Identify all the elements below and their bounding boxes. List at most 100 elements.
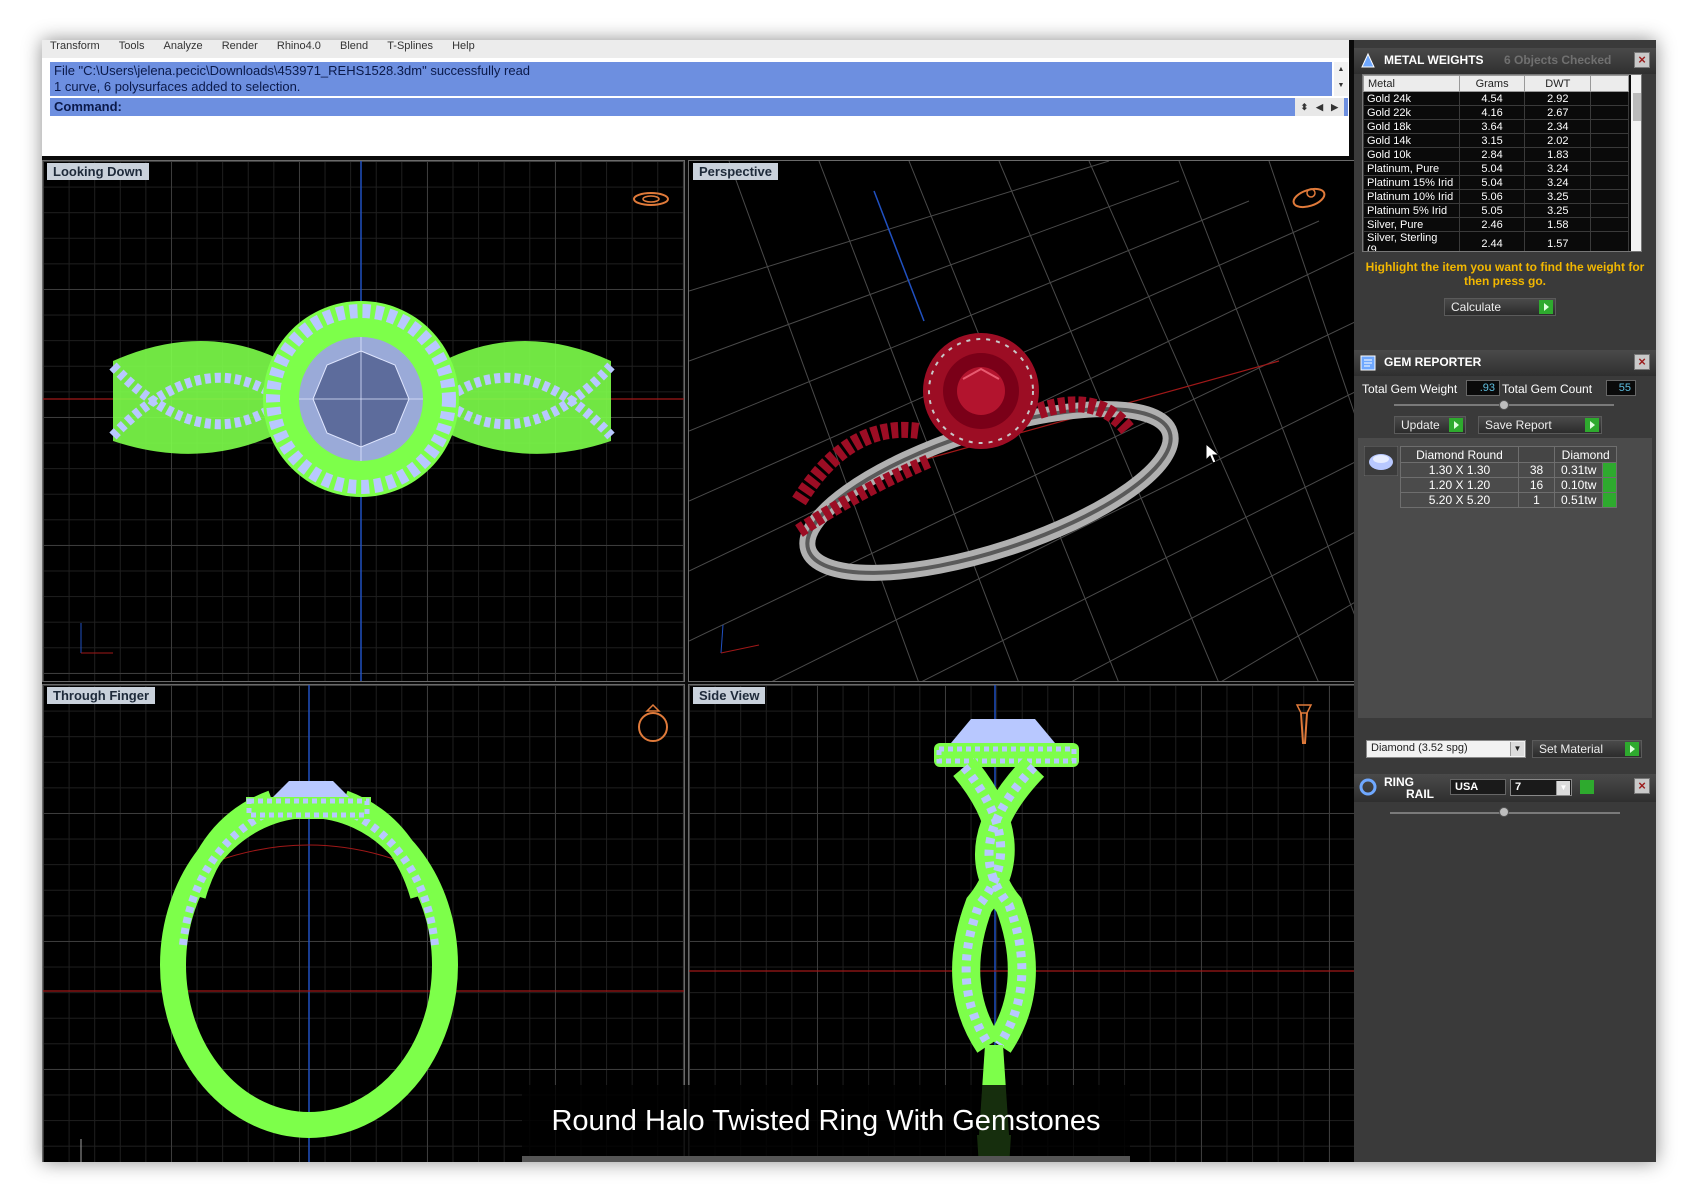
dwt-cell: 2.67 [1524, 105, 1592, 120]
table-row[interactable]: Platinum, Pure 5.04 3.24 [1363, 161, 1629, 176]
metal-weights-header: METAL WEIGHTS 6 Objects Checked × [1354, 48, 1656, 74]
arrow-left-icon[interactable]: ◀ [1316, 102, 1323, 113]
history-scrollbar[interactable]: ▲ ▼ [1334, 62, 1348, 96]
table-row[interactable]: 5.20 X 5.20 1 0.51tw [1400, 492, 1618, 508]
axis-icon [80, 623, 113, 654]
table-row[interactable]: Gold 14k 3.15 2.02 [1363, 133, 1629, 148]
table-row[interactable]: Platinum 10% Irid 5.06 3.25 [1363, 189, 1629, 204]
report-icon [1360, 355, 1376, 371]
dwt-cell: 2.92 [1524, 91, 1592, 106]
ring-rail-header: RING RAIL USA 7 ▼ × [1354, 774, 1656, 802]
table-row[interactable]: Silver, Pure 2.46 1.58 [1363, 217, 1629, 232]
ring-region-field[interactable]: USA [1450, 779, 1506, 795]
axis-icon [720, 624, 760, 654]
menu-rhino4[interactable]: Rhino4.0 [269, 41, 329, 52]
menu-render[interactable]: Render [214, 41, 266, 52]
metal-name-cell: Platinum, Pure [1363, 161, 1460, 176]
metal-weights-hint: Highlight the item you want to find the … [1365, 260, 1645, 288]
menu-blend[interactable]: Blend [332, 41, 376, 52]
video-caption: Round Halo Twisted Ring With Gemstones [522, 1085, 1130, 1162]
grams-cell: 5.05 [1458, 203, 1526, 218]
table-row[interactable]: Platinum 5% Irid 5.05 3.25 [1363, 203, 1629, 218]
table-row[interactable]: 1.20 X 1.20 16 0.10tw [1400, 477, 1618, 493]
set-material-button[interactable]: Set Material [1532, 740, 1642, 758]
set-material-label: Set Material [1539, 742, 1604, 756]
scroll-thumb[interactable] [1633, 93, 1641, 121]
go-arrow-icon[interactable] [1602, 462, 1618, 478]
gem-table[interactable]: Diamond Round Diamond 1.30 X 1.30 38 0.31t… [1400, 446, 1618, 508]
dwt-cell: 3.25 [1524, 203, 1592, 218]
perspective-render [689, 161, 1355, 681]
grams-cell: 2.84 [1458, 147, 1526, 162]
viewport-title: Perspective [693, 163, 778, 180]
side-panel: METAL WEIGHTS 6 Objects Checked × Metal … [1354, 40, 1656, 1162]
history-line-2: 1 curve, 6 polysurfaces added to selecti… [54, 79, 301, 94]
ring-size-select[interactable]: 7 ▼ [1510, 779, 1572, 796]
go-arrow-icon[interactable] [1580, 780, 1594, 794]
axis-icon [80, 1139, 82, 1162]
go-arrow-icon [1539, 300, 1553, 314]
total-gem-weight-value: .93 [1466, 380, 1500, 396]
gem-reporter-title: GEM REPORTER [1384, 355, 1482, 369]
close-icon[interactable]: × [1634, 778, 1650, 794]
ring-top-icon [633, 192, 669, 206]
go-arrow-icon[interactable] [1602, 477, 1618, 493]
grams-cell: 4.16 [1458, 105, 1526, 120]
column-header[interactable]: Grams [1458, 75, 1526, 92]
column-header[interactable]: Metal [1363, 75, 1460, 92]
go-arrow-icon[interactable] [1602, 492, 1618, 508]
table-row[interactable]: Gold 22k 4.16 2.67 [1363, 105, 1629, 120]
gem-count-cell: 16 [1518, 477, 1555, 493]
rhino-window: Transform Tools Analyze Render Rhino4.0 … [42, 40, 1656, 1162]
menu-analyze[interactable]: Analyze [156, 41, 211, 52]
command-line[interactable]: Command: ⬍ ◀ ▶ [50, 98, 1348, 116]
gem-list-area: Diamond Round Diamond 1.30 X 1.30 38 0.31t… [1358, 438, 1652, 718]
metal-weights-table[interactable]: Metal Grams DWT Gold 24k 4.54 2.92 Gold 22k… [1362, 74, 1642, 252]
go-arrow-icon [1585, 418, 1599, 432]
go-arrow-icon [1449, 418, 1463, 432]
column-header[interactable]: DWT [1524, 75, 1592, 92]
metal-name-cell: Gold 24k [1363, 91, 1460, 106]
calculate-button[interactable]: Calculate [1444, 298, 1556, 316]
table-row[interactable]: 1.30 X 1.30 38 0.31tw [1400, 462, 1618, 478]
diamond-icon [1364, 446, 1398, 476]
menu-help[interactable]: Help [444, 41, 483, 52]
viewport-title: Side View [693, 687, 766, 704]
ring-rail-slider-knob[interactable] [1499, 807, 1509, 817]
table-row[interactable]: Gold 18k 3.64 2.34 [1363, 119, 1629, 134]
arrow-right-icon[interactable]: ▶ [1331, 102, 1338, 113]
command-history: File "C:\Users\jelena.pecic\Downloads\45… [50, 62, 1332, 96]
grams-cell: 2.44 [1458, 231, 1526, 251]
viewport-title: Looking Down [47, 163, 149, 180]
command-area: File "C:\Users\jelena.pecic\Downloads\45… [42, 58, 1349, 156]
metal-name-cell: Gold 10k [1363, 147, 1460, 162]
menu-transform[interactable]: Transform [42, 41, 108, 52]
close-icon[interactable]: × [1634, 52, 1650, 68]
table-row[interactable]: Gold 24k 4.54 2.92 [1363, 91, 1629, 106]
metal-name-cell: Silver, Pure [1363, 217, 1460, 232]
gem-slider-knob[interactable] [1499, 400, 1509, 410]
close-icon[interactable]: × [1634, 354, 1650, 370]
ring-side-icon [1295, 704, 1313, 744]
material-select[interactable]: Diamond (3.52 spg) ▼ [1366, 740, 1526, 758]
metal-name-cell: Gold 18k [1363, 119, 1460, 134]
save-report-button[interactable]: Save Report [1478, 416, 1602, 434]
grams-cell: 3.64 [1458, 119, 1526, 134]
update-button[interactable]: Update [1394, 416, 1466, 434]
table-row[interactable]: Gold 10k 2.84 1.83 [1363, 147, 1629, 162]
viewport-perspective[interactable]: Perspective [688, 160, 1356, 682]
command-prompt: Command: [54, 99, 122, 114]
update-label: Update [1401, 418, 1440, 432]
spin-icon[interactable]: ⬍ [1301, 102, 1309, 113]
column-header: Diamond Round [1400, 446, 1519, 463]
metal-table-scrollbar[interactable] [1631, 75, 1641, 251]
menu-tools[interactable]: Tools [111, 41, 153, 52]
dwt-cell: 3.24 [1524, 161, 1592, 176]
table-row[interactable]: Silver, Sterling (9... 2.44 1.57 [1363, 231, 1629, 251]
viewport-top[interactable]: Looking Down [42, 160, 685, 682]
table-row[interactable]: Platinum 15% Irid 5.04 3.24 [1363, 175, 1629, 190]
gem-weight-cell: 0.51tw [1553, 492, 1604, 508]
table-header-row: Diamond Round Diamond [1400, 446, 1618, 463]
menu-tsplines[interactable]: T-Splines [379, 41, 441, 52]
grams-cell: 4.54 [1458, 91, 1526, 106]
